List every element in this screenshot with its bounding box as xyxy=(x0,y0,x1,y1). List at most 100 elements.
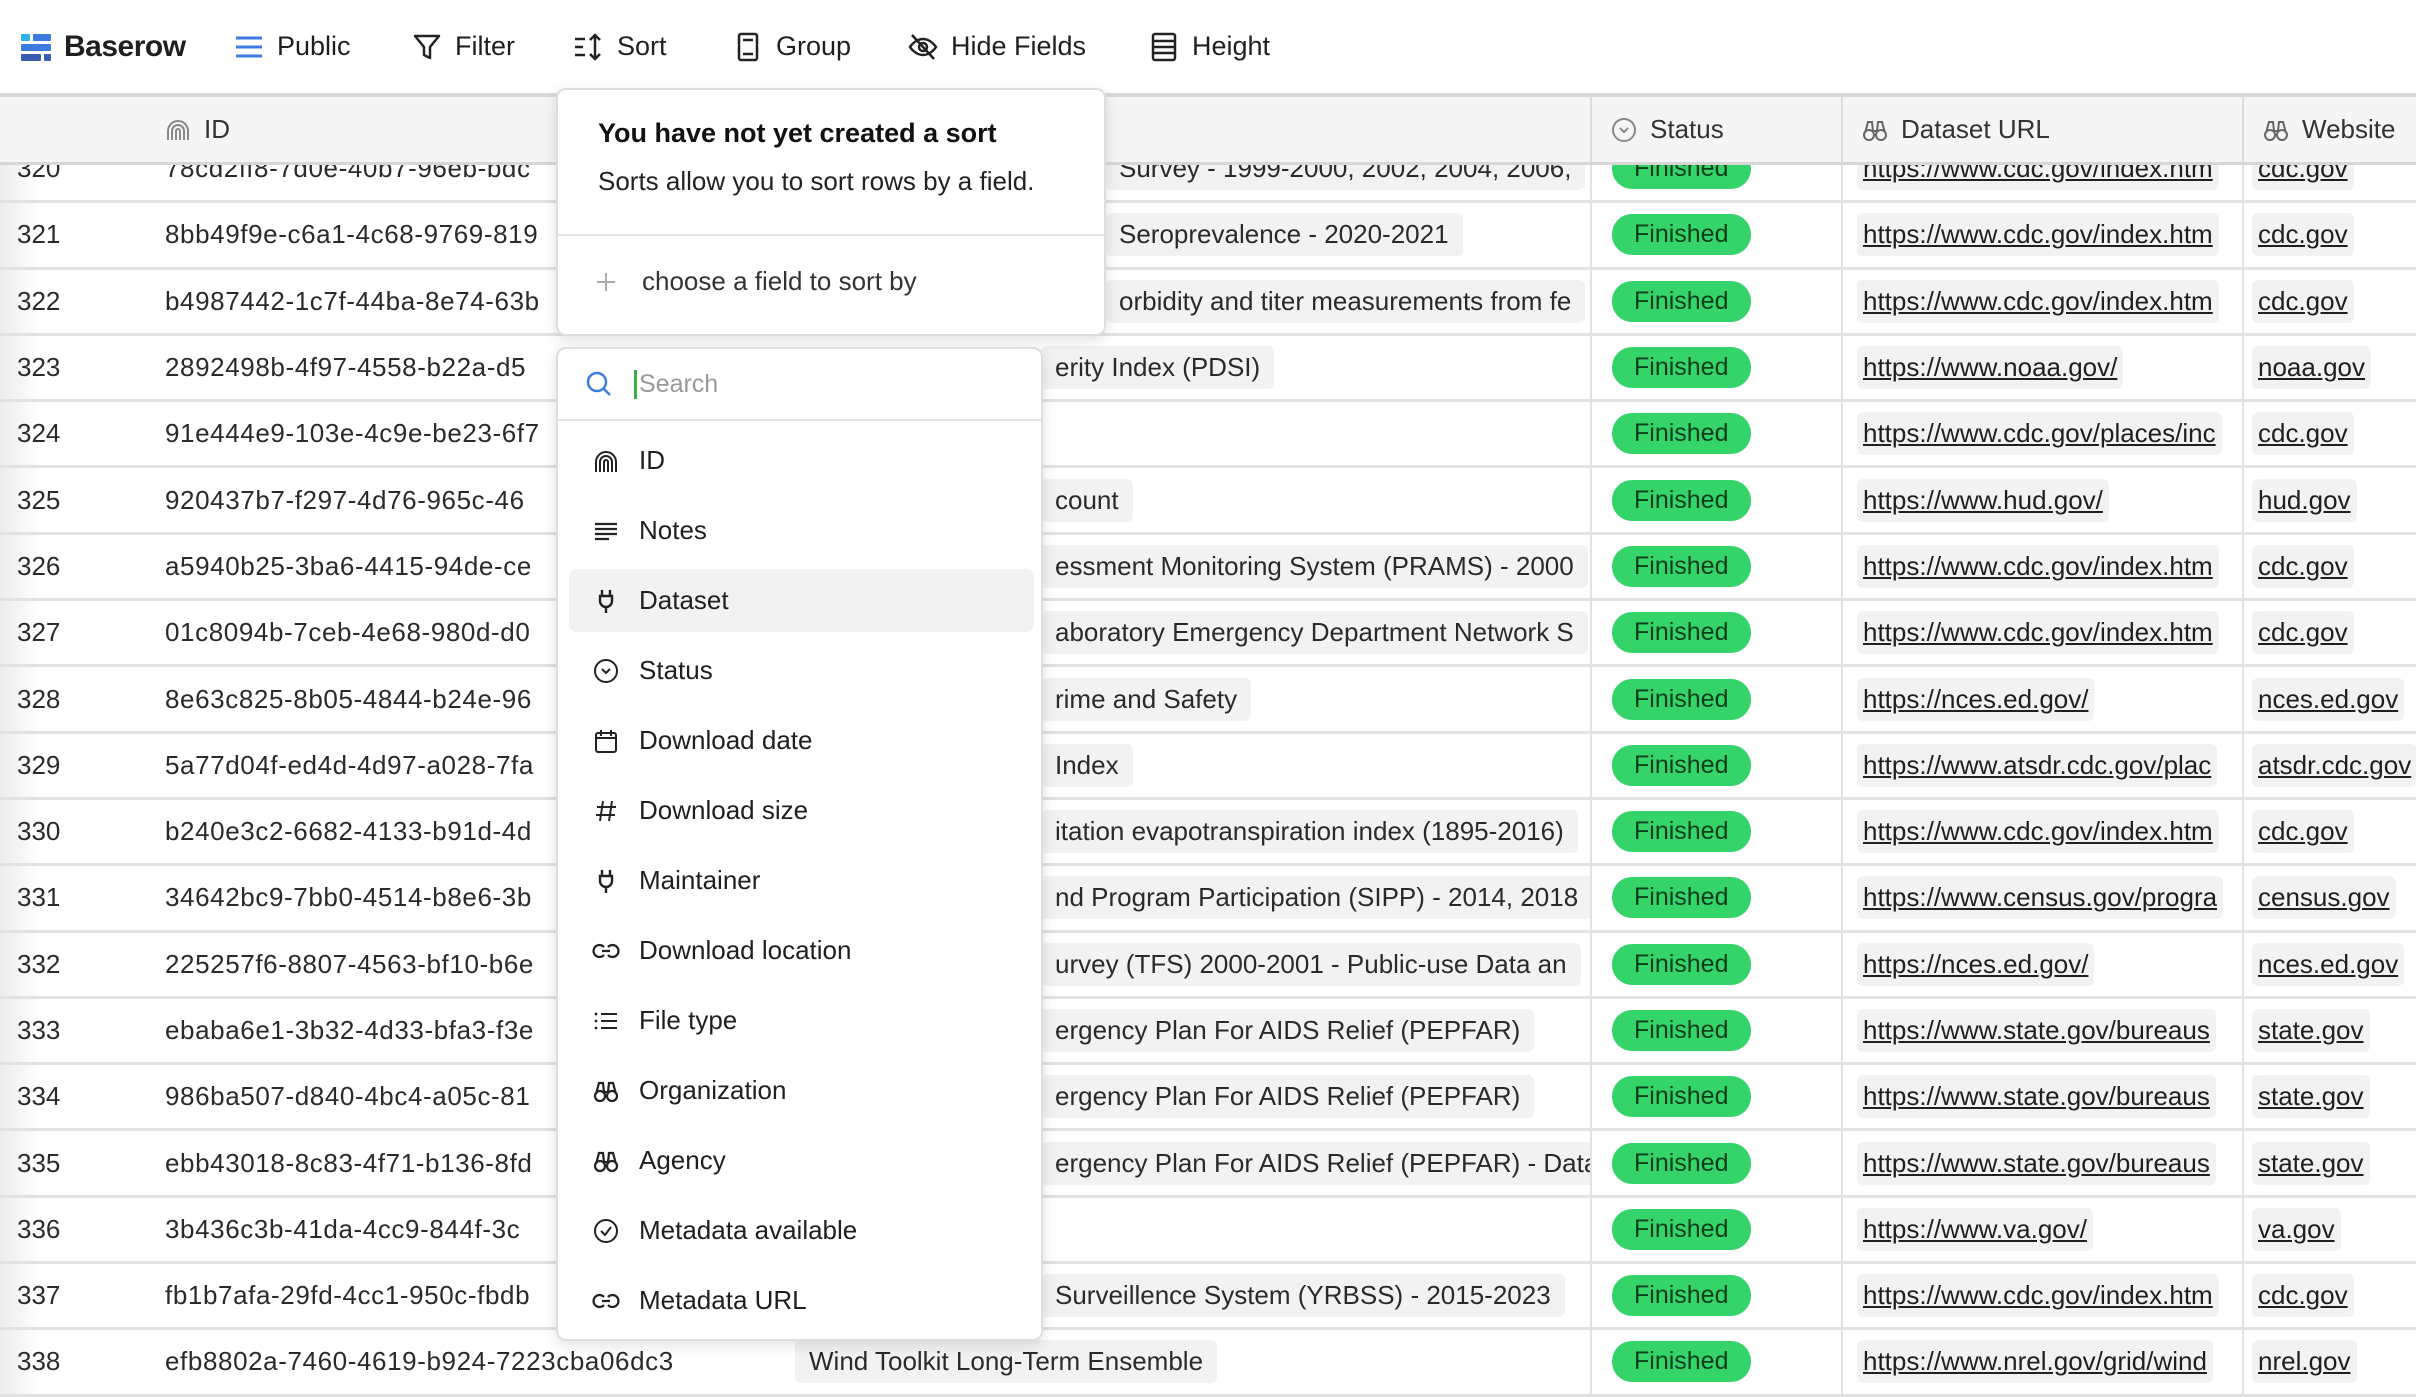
website-cell[interactable]: cdc.gov xyxy=(2244,601,2416,664)
dataset-url-cell[interactable]: https://www.noaa.gov/ xyxy=(1843,335,2244,400)
status-cell[interactable]: Finished xyxy=(1592,733,1843,797)
filter-button[interactable]: Filter xyxy=(411,0,515,93)
dataset-url-link[interactable]: https://nces.ed.gov/ xyxy=(1857,677,2095,721)
dataset-url-link[interactable]: https://nces.ed.gov/ xyxy=(1857,942,2095,986)
dataset-url-link[interactable]: https://www.nrel.gov/grid/wind xyxy=(1857,1340,2213,1384)
status-cell[interactable]: Finished xyxy=(1592,1197,1843,1262)
dataset-url-cell[interactable]: https://nces.ed.gov/ xyxy=(1843,667,2244,731)
field-option-metadata-available[interactable]: Metadata available xyxy=(569,1199,1034,1262)
website-cell[interactable]: cdc.gov xyxy=(2244,270,2416,333)
column-header-website[interactable]: Website xyxy=(2244,97,2416,162)
dataset-url-link[interactable]: https://www.cdc.gov/places/inc xyxy=(1857,412,2222,456)
website-cell[interactable]: cdc.gov xyxy=(2244,535,2416,598)
dataset-url-cell[interactable]: https://www.hud.gov/ xyxy=(1843,468,2244,532)
website-link[interactable]: cdc.gov xyxy=(2252,279,2354,323)
status-cell[interactable]: Finished xyxy=(1592,402,1843,466)
website-link[interactable]: noaa.gov xyxy=(2252,346,2371,390)
dataset-url-link[interactable]: https://www.state.gov/bureaus xyxy=(1857,1075,2216,1119)
website-cell[interactable]: nces.ed.gov xyxy=(2244,667,2416,730)
dataset-url-cell[interactable]: https://www.state.gov/bureaus xyxy=(1843,998,2244,1063)
dataset-url-cell[interactable]: https://www.cdc.gov/index.htm xyxy=(1843,269,2244,333)
table-row[interactable]: 333 ebaba6e1-3b32-4d33-bfa3-f3e ergency … xyxy=(0,998,2416,1066)
dataset-url-cell[interactable]: https://www.census.gov/progra xyxy=(1843,866,2244,930)
dataset-url-link[interactable]: https://www.cdc.gov/index.htm xyxy=(1857,279,2219,323)
table-row[interactable]: 327 01c8094b-7ceb-4e68-980d-d0 aboratory… xyxy=(0,601,2416,668)
column-header-dataset-url[interactable]: Dataset URL xyxy=(1843,97,2244,162)
hide-fields-button[interactable]: Hide Fields xyxy=(907,0,1086,93)
field-option-id[interactable]: ID xyxy=(569,429,1034,492)
table-row[interactable]: 328 8e63c825-8b05-4844-b24e-96 rime and … xyxy=(0,667,2416,734)
field-option-download-date[interactable]: Download date xyxy=(569,709,1034,772)
table-row[interactable]: 337 fb1b7afa-29fd-4cc1-950c-fbdb Surveil… xyxy=(0,1264,2416,1331)
website-link[interactable]: cdc.gov xyxy=(2252,611,2354,655)
website-cell[interactable]: nces.ed.gov xyxy=(2244,933,2416,996)
table-row[interactable]: 331 34642bc9-7bb0-4514-b8e6-3b nd Progra… xyxy=(0,866,2416,933)
dataset-url-link[interactable]: https://www.atsdr.cdc.gov/plac xyxy=(1857,743,2218,787)
website-link[interactable]: va.gov xyxy=(2252,1207,2341,1251)
status-cell[interactable]: Finished xyxy=(1592,932,1843,996)
table-row[interactable]: 330 b240e3c2-6682-4133-b91d-4d itation e… xyxy=(0,799,2416,867)
dataset-url-cell[interactable]: https://www.atsdr.cdc.gov/plac xyxy=(1843,733,2244,797)
website-link[interactable]: cdc.gov xyxy=(2252,412,2354,456)
field-option-agency[interactable]: Agency xyxy=(569,1129,1034,1192)
website-link[interactable]: nces.ed.gov xyxy=(2252,677,2405,721)
dataset-url-cell[interactable]: https://www.state.gov/bureaus xyxy=(1843,1131,2244,1195)
field-option-dataset[interactable]: Dataset xyxy=(569,569,1034,632)
table-row[interactable]: 324 91e444e9-103e-4c9e-be23-6f7 Finished… xyxy=(0,402,2416,469)
status-cell[interactable]: Finished xyxy=(1592,269,1843,333)
table-row[interactable]: 332 225257f6-8807-4563-bf10-b6e urvey (T… xyxy=(0,932,2416,999)
website-cell[interactable]: hud.gov xyxy=(2244,468,2416,531)
website-cell[interactable]: nrel.gov xyxy=(2244,1330,2416,1393)
height-button[interactable]: Height xyxy=(1148,0,1270,93)
dataset-url-cell[interactable]: https://nces.ed.gov/ xyxy=(1843,932,2244,996)
dataset-url-link[interactable]: https://www.state.gov/bureaus xyxy=(1857,1141,2216,1185)
dataset-url-cell[interactable]: https://www.cdc.gov/places/inc xyxy=(1843,402,2244,466)
field-option-file-type[interactable]: File type xyxy=(569,989,1034,1052)
status-cell[interactable]: Finished xyxy=(1592,534,1843,599)
website-cell[interactable]: state.gov xyxy=(2244,1131,2416,1194)
website-link[interactable]: census.gov xyxy=(2252,876,2396,920)
group-button[interactable]: Group xyxy=(732,0,851,93)
status-cell[interactable]: Finished xyxy=(1592,1065,1843,1129)
table-row[interactable]: 335 ebb43018-8c83-4f71-b136-8fd ergency … xyxy=(0,1131,2416,1198)
dataset-url-link[interactable]: https://www.cdc.gov/index.htm xyxy=(1857,544,2219,588)
website-link[interactable]: atsdr.cdc.gov xyxy=(2252,743,2416,787)
status-cell[interactable]: Finished xyxy=(1592,667,1843,731)
status-cell[interactable]: Finished xyxy=(1592,998,1843,1063)
website-link[interactable]: nrel.gov xyxy=(2252,1340,2357,1384)
status-cell[interactable]: Finished xyxy=(1592,335,1843,400)
dataset-url-cell[interactable]: https://www.state.gov/bureaus xyxy=(1843,1065,2244,1129)
table-row[interactable]: 326 a5940b25-3ba6-4415-94de-ce essment M… xyxy=(0,534,2416,602)
public-button[interactable]: Public xyxy=(233,0,351,93)
website-cell[interactable]: state.gov xyxy=(2244,1065,2416,1128)
website-cell[interactable]: cdc.gov xyxy=(2244,203,2416,266)
status-cell[interactable]: Finished xyxy=(1592,468,1843,532)
dataset-url-link[interactable]: https://www.va.gov/ xyxy=(1857,1207,2093,1251)
website-link[interactable]: state.gov xyxy=(2252,1141,2370,1185)
field-option-status[interactable]: Status xyxy=(569,639,1034,702)
status-cell[interactable]: Finished xyxy=(1592,866,1843,930)
website-link[interactable]: cdc.gov xyxy=(2252,213,2354,257)
dataset-url-link[interactable]: https://www.state.gov/bureaus xyxy=(1857,1009,2216,1052)
website-cell[interactable]: census.gov xyxy=(2244,866,2416,929)
website-link[interactable]: cdc.gov xyxy=(2252,544,2354,588)
website-link[interactable]: cdc.gov xyxy=(2252,810,2354,854)
website-link[interactable]: hud.gov xyxy=(2252,478,2357,522)
dataset-url-cell[interactable]: https://www.cdc.gov/index.htm xyxy=(1843,799,2244,864)
website-cell[interactable]: va.gov xyxy=(2244,1198,2416,1261)
status-cell[interactable]: Finished xyxy=(1592,1131,1843,1195)
dataset-url-link[interactable]: https://www.hud.gov/ xyxy=(1857,478,2109,522)
table-row[interactable]: 323 2892498b-4f97-4558-b22a-d5 erity Ind… xyxy=(0,335,2416,403)
field-search-input[interactable] xyxy=(634,369,1014,399)
dataset-url-link[interactable]: https://www.cdc.gov/index.htm xyxy=(1857,810,2219,854)
dataset-url-cell[interactable]: https://www.va.gov/ xyxy=(1843,1197,2244,1262)
table-row[interactable]: 334 986ba507-d840-4bc4-a05c-81 ergency P… xyxy=(0,1065,2416,1132)
website-link[interactable]: nces.ed.gov xyxy=(2252,942,2405,986)
field-option-metadata-url[interactable]: Metadata URL xyxy=(569,1269,1034,1332)
field-option-organization[interactable]: Organization xyxy=(569,1059,1034,1122)
table-row[interactable]: 329 5a77d04f-ed4d-4d97-a028-7fa Index Fi… xyxy=(0,733,2416,800)
table-row[interactable]: 338 efb8802a-7460-4619-b924-7223cba06dc3… xyxy=(0,1330,2416,1397)
dataset-url-link[interactable]: https://www.cdc.gov/index.htm xyxy=(1857,213,2219,257)
status-cell[interactable]: Finished xyxy=(1592,203,1843,267)
status-cell[interactable]: Finished xyxy=(1592,799,1843,864)
